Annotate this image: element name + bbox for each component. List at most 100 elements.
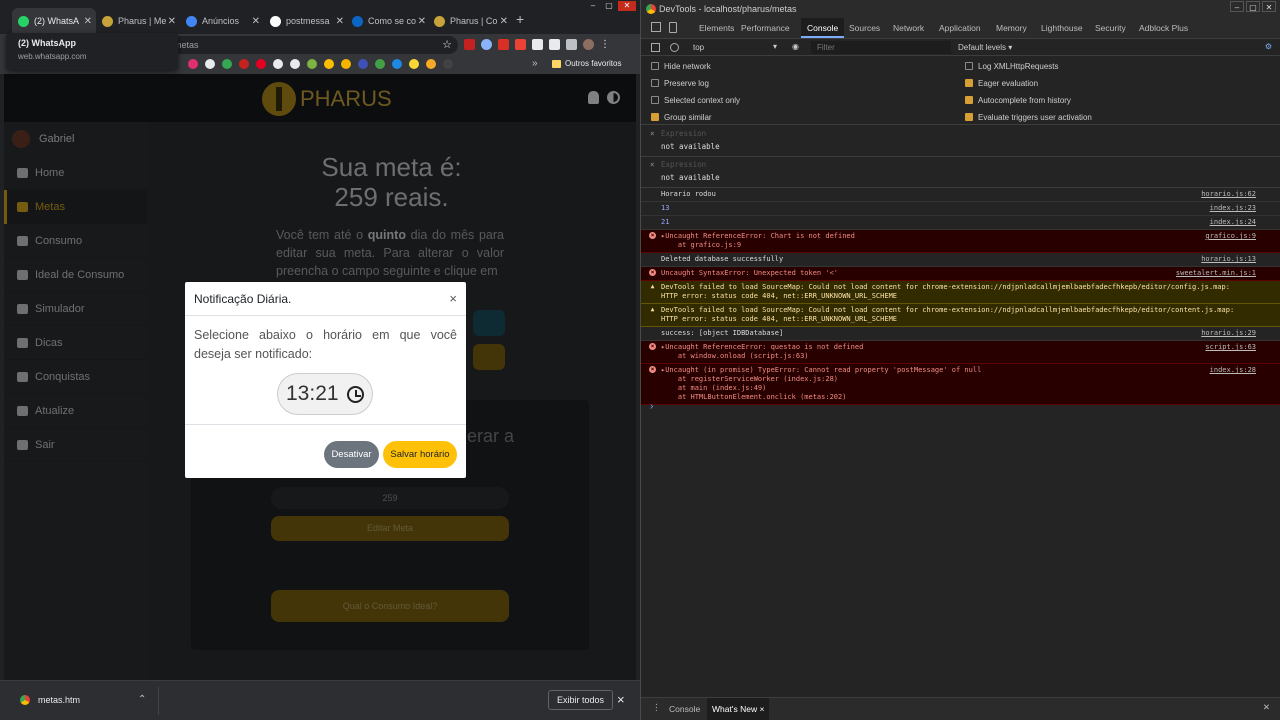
minimize-icon[interactable]: – bbox=[1230, 1, 1244, 12]
message-source-link[interactable]: horario.js:13 bbox=[1201, 255, 1256, 264]
browser-tab[interactable]: Anúncios ✕ bbox=[180, 8, 264, 34]
message-source-link[interactable]: horario.js:29 bbox=[1201, 329, 1256, 338]
tab-network[interactable]: Network bbox=[893, 18, 924, 38]
inspect-icon[interactable] bbox=[651, 22, 661, 32]
close-tab-icon[interactable]: ✕ bbox=[336, 16, 344, 27]
extension-icon[interactable] bbox=[566, 39, 577, 50]
message-source-link[interactable]: horario.js:62 bbox=[1201, 190, 1256, 199]
console-message[interactable]: × Uncaught SyntaxError: Unexpected token … bbox=[641, 267, 1280, 281]
bookmark-icon[interactable] bbox=[443, 59, 453, 69]
bookmark-icon[interactable] bbox=[188, 59, 198, 69]
close-icon[interactable]: × bbox=[617, 692, 625, 707]
browser-tab[interactable]: Pharus | Co ✕ bbox=[428, 8, 512, 34]
setting-group-similar[interactable]: Group similar bbox=[651, 111, 712, 123]
maximize-icon[interactable]: ▢ bbox=[1246, 1, 1260, 12]
console-message[interactable]: 13 index.js:23 bbox=[641, 202, 1280, 216]
show-all-button[interactable]: Exibir todos bbox=[548, 690, 614, 710]
checkbox[interactable] bbox=[651, 113, 659, 121]
close-tab-icon[interactable]: ✕ bbox=[84, 16, 92, 27]
remove-expression-icon[interactable]: × bbox=[650, 129, 655, 138]
download-item[interactable]: metas.htm bbox=[20, 695, 80, 705]
tab-lighthouse[interactable]: Lighthouse bbox=[1041, 18, 1083, 38]
console-message[interactable]: Horario rodou horario.js:62 bbox=[641, 188, 1280, 202]
message-source-link[interactable]: index.js:23 bbox=[1210, 204, 1256, 213]
profile-avatar[interactable] bbox=[583, 39, 594, 50]
setting-hide-network[interactable]: Hide network bbox=[651, 60, 711, 72]
drawer-tab-console[interactable]: Console bbox=[669, 698, 700, 720]
setting-selected-context-only[interactable]: Selected context only bbox=[651, 94, 740, 106]
minimize-icon[interactable]: – bbox=[586, 1, 600, 11]
clock-icon[interactable] bbox=[347, 386, 364, 403]
message-source-link[interactable]: sweetalert.min.js:1 bbox=[1176, 269, 1256, 278]
console-message[interactable]: × ▸Uncaught ReferenceError: Chart is not … bbox=[641, 230, 1280, 253]
bookmark-star-icon[interactable]: ☆ bbox=[442, 36, 452, 54]
tab-application[interactable]: Application bbox=[939, 18, 981, 38]
message-source-link[interactable]: grafico.js:9 bbox=[1205, 232, 1256, 241]
bookmark-icon[interactable] bbox=[409, 59, 419, 69]
maximize-icon[interactable]: ▢ bbox=[602, 1, 616, 11]
extension-icon[interactable] bbox=[532, 39, 543, 50]
tab-adblock-plus[interactable]: Adblock Plus bbox=[1139, 18, 1188, 38]
checkbox[interactable] bbox=[651, 79, 659, 87]
sidebar-toggle-icon[interactable] bbox=[651, 43, 660, 52]
dropdown-arrow-icon[interactable]: ▾ bbox=[773, 42, 777, 51]
menu-dots-icon[interactable]: ⋮ bbox=[600, 39, 611, 50]
console-message[interactable]: Deleted database successfully horario.js:… bbox=[641, 253, 1280, 267]
new-tab-button[interactable]: + bbox=[516, 11, 524, 27]
bookmark-icon[interactable] bbox=[375, 59, 385, 69]
checkbox[interactable] bbox=[965, 79, 973, 87]
close-window-icon[interactable]: ✕ bbox=[618, 1, 636, 11]
console-message[interactable]: ▲ DevTools failed to load SourceMap: Coul… bbox=[641, 304, 1280, 327]
deactivate-button[interactable]: Desativar bbox=[324, 441, 379, 468]
close-tab-icon[interactable]: ✕ bbox=[168, 16, 176, 27]
drawer-tab-whats-new[interactable]: What's New × bbox=[707, 698, 770, 720]
browser-tab[interactable]: postmessa ✕ bbox=[264, 8, 348, 34]
setting-log-xmlhttprequests[interactable]: Log XMLHttpRequests bbox=[965, 60, 1059, 72]
checkbox[interactable] bbox=[651, 62, 659, 70]
extension-icon[interactable] bbox=[549, 39, 560, 50]
eye-icon[interactable]: ◉ bbox=[792, 42, 799, 51]
bookmarks-folder[interactable]: Outros favoritos bbox=[552, 59, 621, 68]
expression-placeholder[interactable]: Expression bbox=[661, 160, 706, 169]
chevron-up-icon[interactable]: ⌃ bbox=[138, 694, 146, 705]
drawer-menu-icon[interactable]: ⋮ bbox=[652, 702, 661, 713]
time-input[interactable]: 13:21 bbox=[277, 373, 373, 415]
extension-icon[interactable] bbox=[481, 39, 492, 50]
tab-sources[interactable]: Sources bbox=[849, 18, 880, 38]
bookmark-icon[interactable] bbox=[392, 59, 402, 69]
extension-icon[interactable] bbox=[515, 39, 526, 50]
checkbox[interactable] bbox=[651, 96, 659, 104]
console-message[interactable]: × ▸Uncaught ReferenceError: questao is no… bbox=[641, 341, 1280, 364]
close-window-icon[interactable]: ✕ bbox=[1262, 1, 1276, 12]
context-selector[interactable]: top bbox=[693, 43, 704, 52]
device-toggle-icon[interactable] bbox=[669, 22, 677, 33]
save-time-button[interactable]: Salvar horário bbox=[383, 441, 457, 468]
browser-tab[interactable]: (2) WhatsA ✕ bbox=[12, 8, 96, 34]
log-levels-dropdown[interactable]: Default levels ▾ bbox=[958, 43, 1012, 52]
close-drawer-icon[interactable]: ✕ bbox=[1263, 702, 1270, 713]
tab-memory[interactable]: Memory bbox=[996, 18, 1027, 38]
bookmark-icon[interactable] bbox=[256, 59, 266, 69]
bookmark-icon[interactable] bbox=[205, 59, 215, 69]
console-message[interactable]: 21 index.js:24 bbox=[641, 216, 1280, 230]
bookmarks-more[interactable]: » bbox=[532, 58, 538, 69]
tab-performance[interactable]: Performance bbox=[741, 18, 790, 38]
close-tab-icon[interactable]: ✕ bbox=[418, 16, 426, 27]
tab-console[interactable]: Console bbox=[801, 18, 845, 38]
browser-tab[interactable]: Como se co ✕ bbox=[346, 8, 430, 34]
close-tab-icon[interactable]: ✕ bbox=[252, 16, 260, 27]
console-settings-icon[interactable]: ⚙ bbox=[1265, 42, 1272, 51]
clear-console-icon[interactable] bbox=[670, 43, 679, 52]
remove-expression-icon[interactable]: × bbox=[650, 160, 655, 169]
bookmark-icon[interactable] bbox=[239, 59, 249, 69]
tab-security[interactable]: Security bbox=[1095, 18, 1126, 38]
console-message[interactable]: ▲ DevTools failed to load SourceMap: Coul… bbox=[641, 281, 1280, 304]
browser-tab[interactable]: Pharus | Me ✕ bbox=[96, 8, 180, 34]
setting-evaluate-triggers-user-activation[interactable]: Evaluate triggers user activation bbox=[965, 111, 1092, 123]
expression-placeholder[interactable]: Expression bbox=[661, 129, 706, 138]
address-bar[interactable]: metas ☆ bbox=[160, 36, 458, 54]
bookmark-icon[interactable] bbox=[273, 59, 283, 69]
bookmark-icon[interactable] bbox=[290, 59, 300, 69]
message-source-link[interactable]: script.js:63 bbox=[1205, 343, 1256, 352]
setting-preserve-log[interactable]: Preserve log bbox=[651, 77, 709, 89]
